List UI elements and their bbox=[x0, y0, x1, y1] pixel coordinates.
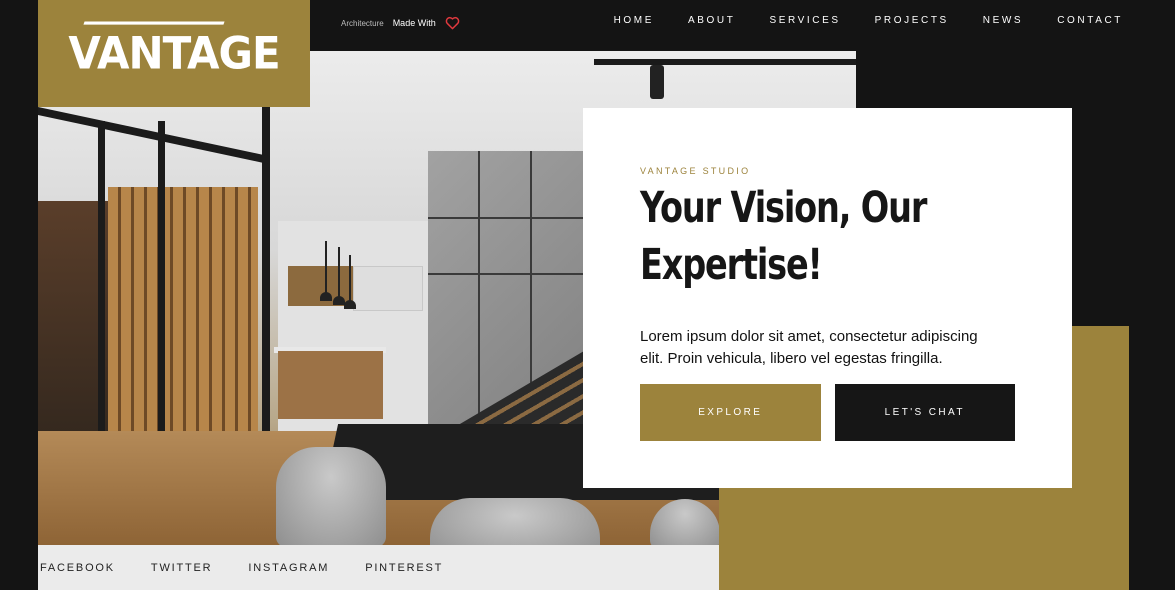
nav-services[interactable]: SERVICES bbox=[769, 15, 840, 26]
nav-home[interactable]: HOME bbox=[614, 15, 654, 26]
pendant-light bbox=[320, 241, 332, 301]
social-bar: FACEBOOK TWITTER INSTAGRAM PINTEREST bbox=[38, 545, 719, 590]
social-facebook[interactable]: FACEBOOK bbox=[40, 562, 115, 574]
topbar-tagline: Architecture Made With bbox=[341, 16, 460, 30]
spotlight bbox=[650, 65, 664, 99]
tagline-architecture: Architecture bbox=[341, 18, 384, 28]
explore-button[interactable]: EXPLORE bbox=[640, 384, 821, 441]
nav-projects[interactable]: PROJECTS bbox=[875, 15, 949, 26]
glass-mullion bbox=[98, 121, 105, 481]
social-pinterest[interactable]: PINTEREST bbox=[365, 562, 443, 574]
track-light-rail bbox=[594, 59, 856, 65]
upper-cabinet-white bbox=[353, 266, 423, 311]
dining-chair bbox=[430, 498, 600, 545]
logo-text: VANTAGE bbox=[68, 27, 280, 80]
social-twitter[interactable]: TWITTER bbox=[151, 562, 212, 574]
hero-card: VANTAGE STUDIO Your Vision, Our Expertis… bbox=[583, 108, 1072, 488]
hero-buttons: EXPLORE LET'S CHAT bbox=[640, 384, 1015, 441]
main-nav: HOME ABOUT SERVICES PROJECTS NEWS CONTAC… bbox=[614, 15, 1123, 26]
social-instagram[interactable]: INSTAGRAM bbox=[248, 562, 329, 574]
nav-news[interactable]: NEWS bbox=[983, 15, 1023, 26]
hero-headline: Your Vision, Our Expertise! bbox=[640, 183, 927, 290]
nav-contact[interactable]: CONTACT bbox=[1057, 15, 1123, 26]
hero-body: Lorem ipsum dolor sit amet, consectetur … bbox=[640, 328, 978, 367]
kitchen-island bbox=[278, 351, 383, 419]
heart-icon bbox=[445, 16, 459, 30]
pendant-light bbox=[333, 247, 345, 305]
lets-chat-button[interactable]: LET'S CHAT bbox=[834, 384, 1015, 441]
pendant-light bbox=[344, 255, 356, 309]
dining-chair bbox=[276, 447, 386, 545]
nav-about[interactable]: ABOUT bbox=[688, 15, 735, 26]
logo[interactable]: VANTAGE bbox=[38, 0, 310, 107]
tagline-made-with: Made With bbox=[392, 18, 436, 28]
panel-seam bbox=[478, 151, 480, 431]
hero-eyebrow: VANTAGE STUDIO bbox=[640, 166, 751, 176]
